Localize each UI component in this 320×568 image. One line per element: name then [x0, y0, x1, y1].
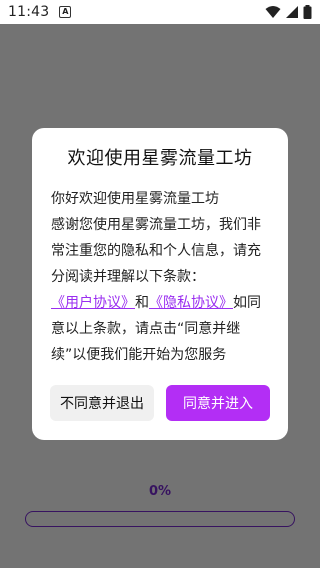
dialog-body: 你好欢迎使用星雾流量工坊 感谢您使用星雾流量工坊，我们非常注重您的隐私和个人信息…	[48, 186, 272, 368]
signal-icon	[286, 6, 298, 18]
dialog-title: 欢迎使用星雾流量工坊	[67, 148, 253, 169]
dialog-buttons: 不同意并退出 同意并进入	[50, 385, 270, 421]
status-bar: 11:43 A	[0, 0, 320, 24]
disagree-exit-button[interactable]: 不同意并退出	[50, 385, 154, 421]
privacy-dialog: 欢迎使用星雾流量工坊 你好欢迎使用星雾流量工坊 感谢您使用星雾流量工坊，我们非常…	[32, 128, 288, 440]
user-agreement-link[interactable]: 《用户协议》	[51, 295, 135, 311]
dialog-intro: 感谢您使用星雾流量工坊，我们非常注重您的隐私和个人信息，请充分阅读并理解以下条款…	[51, 217, 261, 285]
battery-icon	[303, 5, 312, 19]
privacy-policy-link[interactable]: 《隐私协议》	[149, 295, 233, 311]
and-text: 和	[135, 295, 149, 311]
dialog-greeting: 你好欢迎使用星雾流量工坊	[51, 191, 219, 207]
status-time: 11:43	[8, 4, 50, 20]
agree-enter-button[interactable]: 同意并进入	[166, 385, 270, 421]
notification-icon: A	[59, 6, 72, 18]
status-icons	[265, 5, 312, 19]
wifi-icon	[265, 6, 281, 18]
dialog-consent: 《用户协议》和《隐私协议》如同意以上条款，请点击“同意并继续”以便我们能开始为您…	[51, 290, 272, 368]
